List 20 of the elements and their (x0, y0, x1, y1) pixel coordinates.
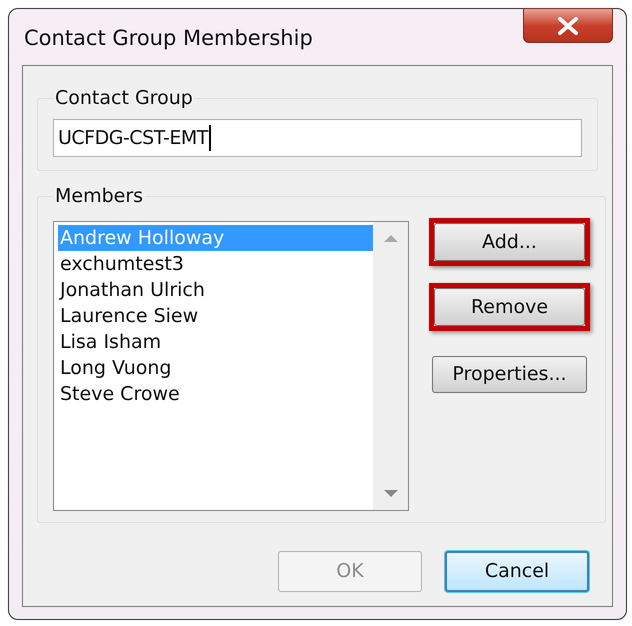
contact-group-field[interactable]: UCFDG-CST-EMT (53, 119, 582, 157)
close-icon (557, 16, 579, 34)
member-item[interactable]: Lisa Isham (58, 329, 373, 355)
dialog-button[interactable]: Add... (434, 223, 585, 261)
group-label: Members (54, 185, 144, 207)
cancel-button[interactable]: Cancel (445, 551, 589, 592)
window-title: Contact Group Membership (24, 25, 313, 52)
member-item[interactable]: Jonathan Ulrich (58, 277, 373, 303)
member-item[interactable]: Long Vuong (58, 355, 373, 381)
scroll-down-icon[interactable] (384, 490, 398, 498)
member-item[interactable]: exchumtest3 (58, 251, 373, 277)
close-button[interactable] (523, 8, 613, 43)
members-list[interactable]: Andrew Holloway exchumtest3 Jonathan Ulrich Laurence Siew Lisa Isham Long Vuong Steve Crowe (53, 221, 409, 511)
member-item[interactable]: Laurence Siew (58, 303, 373, 329)
member-item[interactable]: Steve Crowe (58, 381, 373, 407)
dialog-button[interactable]: Properties... (432, 356, 587, 393)
scroll-up-icon[interactable] (384, 234, 398, 242)
group-label: Contact Group (54, 87, 194, 109)
dialog-button[interactable]: Remove (434, 288, 585, 326)
scrollbar[interactable] (373, 222, 408, 510)
